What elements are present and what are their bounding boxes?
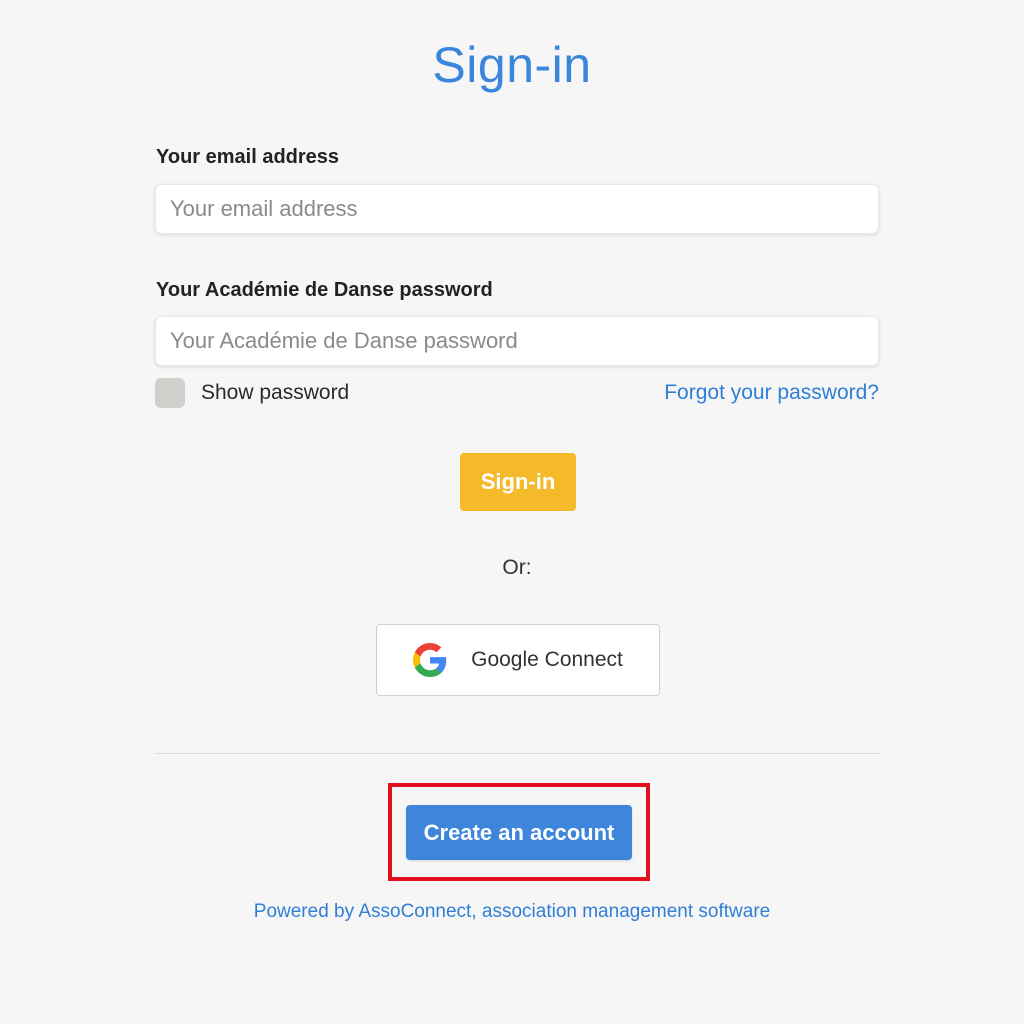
page-title: Sign-in (432, 37, 592, 93)
powered-by-link[interactable]: Powered by AssoConnect, association mana… (0, 901, 1024, 923)
google-connect-button[interactable]: Google Connect (376, 624, 660, 696)
email-label: Your email address (156, 146, 340, 168)
forgot-password-link[interactable]: Forgot your password? (664, 381, 879, 405)
signin-page: Sign-in Your email address Your Académie… (0, 0, 1024, 1024)
show-password-row[interactable]: Show password (155, 378, 349, 408)
or-separator-text: Or: (502, 556, 532, 579)
show-password-checkbox[interactable] (155, 378, 185, 408)
google-g-icon (413, 643, 447, 677)
show-password-label[interactable]: Show password (201, 381, 349, 405)
google-connect-label: Google Connect (471, 648, 623, 671)
password-field[interactable] (155, 316, 879, 366)
password-label: Your Académie de Danse password (156, 279, 493, 301)
divider (155, 753, 879, 754)
signin-button[interactable]: Sign-in (460, 453, 576, 511)
create-account-button[interactable]: Create an account (406, 805, 632, 860)
email-field[interactable] (155, 184, 879, 234)
